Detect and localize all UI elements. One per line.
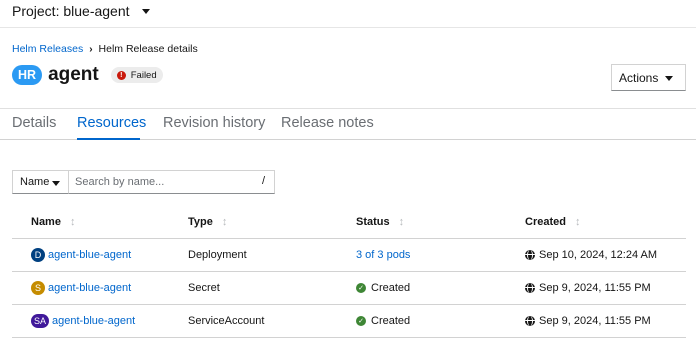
tab-bar: Details Resources Revision history Relea… [0,109,696,140]
resource-type: ServiceAccount [169,304,337,338]
table-row: Sagent-blue-agent Secret ✓ Created Sep 9,… [12,271,686,305]
table-header-row: Name ↕ Type ↕ Status ↕ Created ↕ [12,206,686,239]
column-header-name[interactable]: Name ↕ [12,206,169,239]
search-input[interactable] [69,170,275,194]
globe-icon [525,249,535,260]
filter-type-select[interactable]: Name [12,170,69,194]
active-tab-indicator [77,138,140,140]
breadcrumb-current: Helm Release details [98,43,198,55]
service-account-badge: SA [31,313,50,328]
helm-release-badge: HR [12,65,43,85]
resource-type: Secret [169,271,337,305]
tab-details[interactable]: Details [12,115,56,131]
chevron-right-icon: › [89,43,93,55]
globe-icon [525,282,535,293]
caret-down-icon [52,181,60,186]
keyboard-shortcut-hint: / [261,175,265,187]
table-row: Dagent-blue-agent Deployment 3 of 3 pods… [12,238,686,272]
resources-table: Name ↕ Type ↕ Status ↕ Created ↕ Dagent-blue… [12,206,686,338]
deployment-badge: D [31,247,45,262]
filter-type-label: Name [20,176,50,188]
created-timestamp: Sep 9, 2024, 11:55 PM [539,281,651,294]
caret-down-icon [141,8,150,14]
secret-badge: S [31,280,45,295]
breadcrumb: Helm Releases › Helm Release details [12,43,198,55]
column-header-status[interactable]: Status ↕ [337,206,506,239]
project-bar: Project: blue-agent [0,0,696,28]
tab-resources[interactable]: Resources [77,115,146,131]
actions-dropdown[interactable]: Actions [611,64,686,91]
error-circle-icon: ! [116,70,126,80]
status-label: Failed [130,69,157,81]
caret-down-icon [665,76,673,81]
project-label: Project: blue-agent [12,3,130,19]
resource-name-link[interactable]: agent-blue-agent [48,248,131,260]
status-badge: ! Failed [110,67,163,83]
check-circle-icon: ✓ [356,315,366,326]
created-timestamp: Sep 9, 2024, 11:55 PM [539,314,651,327]
created-timestamp: Sep 10, 2024, 12:24 AM [539,248,658,261]
status-text: Created [371,281,411,294]
sort-icon: ↕ [221,215,228,228]
actions-label: Actions [619,70,659,85]
column-header-created[interactable]: Created ↕ [506,206,686,239]
filter-toolbar: Name / [12,170,275,194]
sort-icon: ↕ [574,215,581,228]
status-text: Created [371,314,411,327]
project-selector[interactable]: Project: blue-agent [12,3,150,19]
sort-icon: ↕ [398,215,405,228]
tab-revision-history[interactable]: Revision history [163,115,265,131]
check-circle-icon: ✓ [356,282,366,293]
page-title: agent [48,64,99,85]
resource-type: Deployment [169,238,337,272]
resource-name-link[interactable]: agent-blue-agent [48,281,131,293]
globe-icon [525,315,535,326]
page-title-row: HR agent ! Failed [12,64,163,86]
pods-status-link[interactable]: 3 of 3 pods [356,249,410,261]
sort-icon: ↕ [69,215,76,228]
table-row: SA agent-blue-agent ServiceAccount ✓ Creat… [12,304,686,338]
column-header-type[interactable]: Type ↕ [169,206,337,239]
breadcrumb-helm-releases-link[interactable]: Helm Releases [12,43,83,55]
resource-name-link[interactable]: agent-blue-agent [52,314,135,326]
tab-release-notes[interactable]: Release notes [281,115,374,131]
